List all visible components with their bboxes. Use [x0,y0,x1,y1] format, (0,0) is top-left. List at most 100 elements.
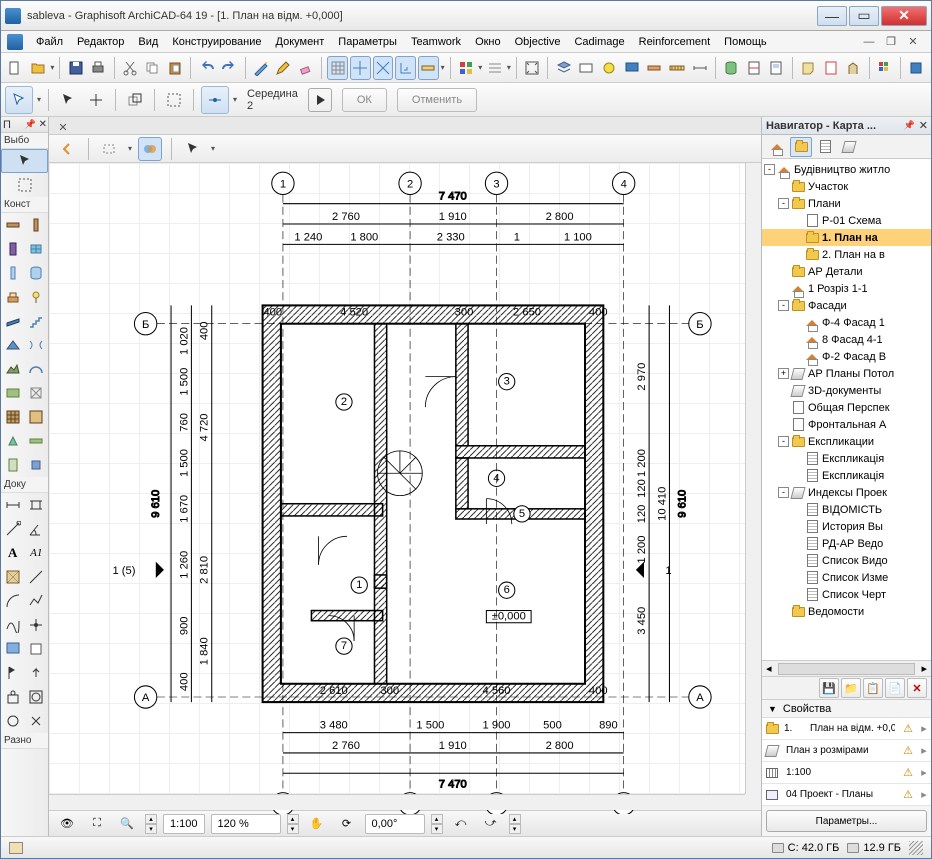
mesh-tool[interactable] [1,357,25,381]
angle-dim-tool[interactable] [25,517,49,541]
prop-more-icon[interactable]: ▸ [917,766,931,779]
tree-row[interactable]: Фронтальная А [762,416,931,433]
nav-view-map-icon[interactable] [790,137,812,157]
tree-row[interactable]: Ф-2 Фасад B [762,348,931,365]
nav-pin-icon[interactable]: 📌 [904,120,915,131]
props-row[interactable]: ⚠▸ [762,740,931,762]
snap-intersect-icon[interactable] [373,56,394,80]
props-row[interactable]: ⚠▸ [762,762,931,784]
zoom-spinner[interactable]: ▴▾ [145,814,157,834]
tree-row[interactable]: 2. План на в [762,246,931,263]
elevation-tool[interactable] [25,661,49,685]
tree-row[interactable]: Общая Перспек [762,399,931,416]
midpoint-mode-button[interactable] [201,86,229,114]
nav-new-folder-icon[interactable]: 📁 [841,678,861,698]
prop-input[interactable] [784,767,897,778]
maximize-button[interactable]: ▭ [849,6,879,26]
tree-row[interactable]: -Експликации [762,433,931,450]
zoom-prev-icon[interactable]: ⤺ [449,812,473,836]
orbit-icon[interactable]: ⟳ [335,812,359,836]
arrow-tool[interactable] [1,149,48,173]
mdi-close[interactable]: ✕ [905,35,921,49]
beam-icon[interactable] [644,56,665,80]
paste-icon[interactable] [165,56,186,80]
dimension-tool[interactable] [1,493,25,517]
column-tool[interactable] [25,213,49,237]
zoom-field[interactable]: 120 % [211,814,281,834]
tree-row[interactable]: Список Видо [762,552,931,569]
nav-project-map-icon[interactable] [766,137,788,157]
prop-more-icon[interactable]: ▸ [917,744,931,757]
shell-tool[interactable] [25,357,49,381]
tree-row[interactable]: Експликація [762,467,931,484]
zoom-in-icon[interactable]: 🔍 [115,812,139,836]
worksheet-tool[interactable] [25,453,49,477]
morph-tool[interactable] [1,429,25,453]
tree-row[interactable]: Список Черт [762,586,931,603]
section-tool[interactable] [1,661,25,685]
nav-publisher-icon[interactable] [838,137,860,157]
tree-row[interactable]: Ф-4 Фасад 1 [762,314,931,331]
tree-row[interactable]: -Индексы Проек [762,484,931,501]
line-tool[interactable] [25,565,49,589]
zoom-pct-spinner[interactable]: ▴▾ [287,814,299,834]
tree-row[interactable]: -Будівництво житло [762,161,931,178]
snap-perpendicular-icon[interactable] [395,56,416,80]
tree-row[interactable]: Список Изме [762,569,931,586]
tree-row[interactable]: История Вы [762,518,931,535]
resize-grip[interactable] [909,841,923,855]
morph1-tool[interactable] [25,381,49,405]
arrow-mode-button[interactable] [5,86,33,114]
eraser-icon[interactable] [296,56,317,80]
slab-tool[interactable] [1,309,25,333]
zoom-fit-icon[interactable]: ⛶ [85,812,109,836]
fill-tool[interactable] [25,405,49,429]
tree-row[interactable]: АР Детали [762,263,931,280]
element-settings-icon[interactable] [576,56,597,80]
menu-вид[interactable]: Вид [131,34,165,50]
ruler-settings-icon[interactable] [667,56,688,80]
change-tool[interactable] [25,709,49,733]
palette-icon[interactable] [456,56,477,80]
label-tool[interactable]: A1 [25,541,49,565]
prop-more-icon[interactable]: ▸ [917,722,931,735]
prop-more-icon[interactable]: ▸ [917,788,931,801]
tab-close-icon[interactable]: ✕ [55,120,71,134]
open-icon[interactable] [28,56,49,80]
prop-input[interactable] [784,745,897,756]
menu-помощь[interactable]: Помощь [717,34,774,50]
snap-ruler-icon[interactable] [418,56,439,80]
menu-редактор[interactable]: Редактор [70,34,131,50]
pin-icon[interactable]: 📌 [25,119,36,130]
pipe-tool[interactable] [25,261,49,285]
tree-expander[interactable]: - [778,300,789,311]
drawings-icon[interactable] [766,56,787,80]
tree-row[interactable]: 1 Розріз 1-1 [762,280,931,297]
tree-expander[interactable]: + [778,368,789,379]
level-dim-tool[interactable] [25,493,49,517]
text-tool[interactable]: A [1,541,25,565]
marquee-icon[interactable] [162,88,186,112]
tree-row[interactable]: Експликація [762,450,931,467]
redo-icon[interactable] [219,56,240,80]
drawing-tool[interactable] [25,637,49,661]
pencil-icon[interactable] [273,56,294,80]
vertical-scrollbar[interactable] [745,163,761,794]
tree-row[interactable]: 3D-документы [762,382,931,399]
pattern-icon[interactable] [875,56,896,80]
snap-guides-icon[interactable] [350,56,371,80]
props-row[interactable]: ⚠▸ [762,784,931,806]
parameters-button[interactable]: Параметры... [766,810,927,832]
hotlink-tool[interactable] [25,429,49,453]
cut-icon[interactable] [119,56,140,80]
menu-документ[interactable]: Документ [269,34,332,50]
marquee-tool[interactable] [1,173,48,197]
pdf-icon[interactable] [820,56,841,80]
dimension-settings-icon[interactable] [689,56,710,80]
tree-row[interactable]: 1. План на [762,229,931,246]
cursor-small-icon[interactable] [56,88,80,112]
minimize-button[interactable]: — [817,6,847,26]
snap-grid-icon[interactable] [327,56,348,80]
plugin-icon[interactable] [906,56,927,80]
prop-input[interactable] [808,723,897,734]
